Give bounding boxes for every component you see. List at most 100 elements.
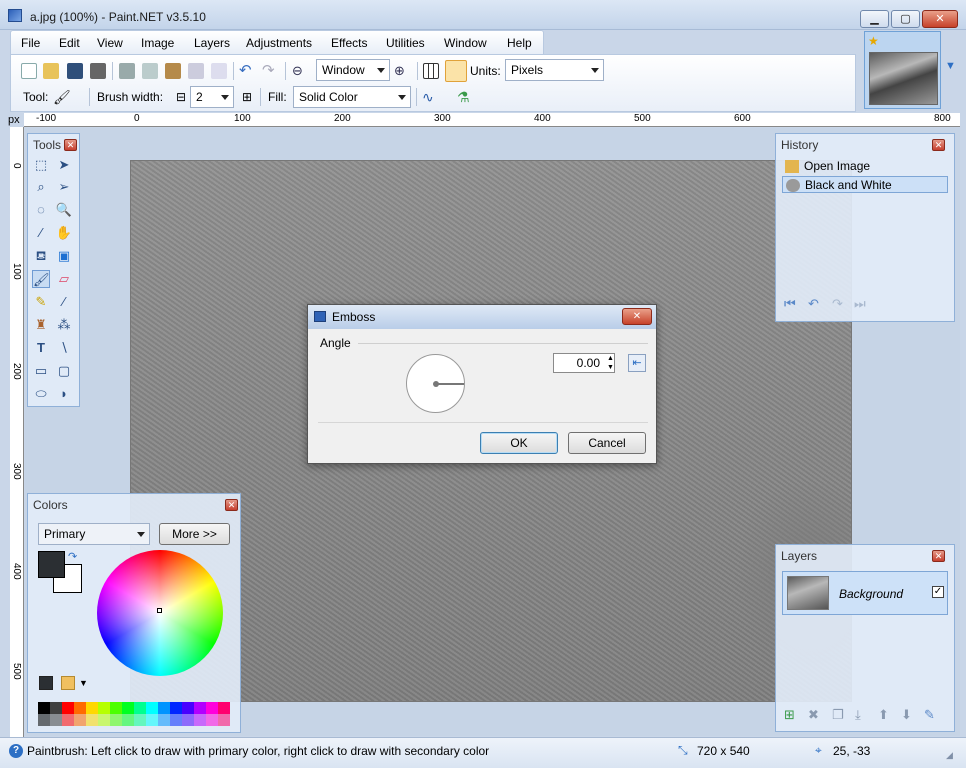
color-picker-icon[interactable]: ⁄ <box>55 293 73 311</box>
pencil-icon[interactable]: ✎ <box>32 293 50 311</box>
palette-swatch[interactable] <box>218 702 230 714</box>
layer-visibility-checkbox[interactable]: ✓ <box>932 586 944 598</box>
text-icon[interactable]: T <box>32 339 50 357</box>
chevron-down-icon[interactable]: ▼ <box>945 60 957 78</box>
menu-window[interactable]: Window <box>444 36 487 50</box>
palette-swatch[interactable] <box>50 714 62 726</box>
move-selection-icon[interactable]: ➢ <box>55 178 73 196</box>
gradient-icon[interactable]: ▣ <box>55 247 73 265</box>
rewind-icon[interactable]: ⏮ <box>784 296 796 312</box>
palette-swatch[interactable] <box>110 702 122 714</box>
palette-swatch[interactable] <box>170 702 182 714</box>
increase-icon[interactable]: ⊞ <box>239 90 255 106</box>
units-dropdown[interactable]: Pixels <box>505 59 604 81</box>
add-layer-icon[interactable]: ⊞ <box>784 707 795 723</box>
grid-icon[interactable] <box>423 63 439 79</box>
ellipse-select-icon[interactable]: ◌ <box>32 201 50 219</box>
rectangle-select-icon[interactable]: ⬚ <box>32 156 50 174</box>
palette-swatch[interactable] <box>74 714 86 726</box>
palette-swatch[interactable] <box>50 702 62 714</box>
layer-properties-icon[interactable]: ✎ <box>924 707 935 723</box>
line-curve-icon[interactable]: ∖ <box>55 339 73 357</box>
rectangle-icon[interactable]: ▭ <box>32 362 50 380</box>
redo-icon[interactable]: ↷ <box>262 63 278 79</box>
palette-swatch[interactable] <box>122 702 134 714</box>
palette-swatch[interactable] <box>206 702 218 714</box>
palette-swatch[interactable] <box>110 714 122 726</box>
history-item-selected[interactable]: Black and White <box>782 176 948 193</box>
move-selected-icon[interactable]: ➤ <box>55 156 73 174</box>
freeform-shape-icon[interactable]: ◗ <box>55 385 73 403</box>
palette-swatch[interactable] <box>134 714 146 726</box>
menu-utilities[interactable]: Utilities <box>386 36 425 50</box>
palette-swatch[interactable] <box>146 702 158 714</box>
zoom-icon[interactable]: 🔍 <box>55 201 73 219</box>
decrease-icon[interactable]: ⊟ <box>173 90 189 106</box>
duplicate-layer-icon[interactable]: ❐ <box>832 707 844 723</box>
move-layer-up-icon[interactable]: ⬆ <box>878 707 889 723</box>
menu-layers[interactable]: Layers <box>194 36 230 50</box>
menu-image[interactable]: Image <box>141 36 174 50</box>
delete-layer-icon[interactable]: ✖ <box>808 707 819 723</box>
lasso-select-icon[interactable]: ⌕ <box>32 178 50 196</box>
primary-color-swatch[interactable] <box>38 551 65 578</box>
zoom-in-icon[interactable]: ⊕ <box>394 63 410 79</box>
new-icon[interactable] <box>21 63 37 79</box>
clone-stamp-icon[interactable]: ♜ <box>32 316 50 334</box>
more-button[interactable]: More >> <box>159 523 230 545</box>
palette-swatch[interactable] <box>62 714 74 726</box>
close-icon[interactable]: ✕ <box>932 550 945 562</box>
fill-dropdown[interactable]: Solid Color <box>293 86 411 108</box>
maximize-button[interactable]: ▢ <box>891 10 920 28</box>
brush-width-dropdown[interactable]: 2 <box>190 86 234 108</box>
zoom-out-icon[interactable]: ⊖ <box>292 63 308 79</box>
close-icon[interactable]: ✕ <box>622 308 652 325</box>
palette-swatch[interactable] <box>38 714 50 726</box>
palette-swatch[interactable] <box>98 702 110 714</box>
color-wheel[interactable] <box>97 550 223 676</box>
zoom-dropdown[interactable]: Window <box>316 59 390 81</box>
crop-icon[interactable] <box>188 63 204 79</box>
thumbnail-panel[interactable]: ★ <box>864 31 941 109</box>
palette-swatch[interactable] <box>86 702 98 714</box>
palette-swatch[interactable] <box>158 702 170 714</box>
palette-swatch[interactable] <box>206 714 218 726</box>
undo-icon[interactable]: ↶ <box>808 296 819 312</box>
close-icon[interactable]: ✕ <box>64 139 77 151</box>
redo-icon[interactable]: ↷ <box>832 296 843 312</box>
recolor-icon[interactable]: ⁂ <box>55 316 73 334</box>
merge-layer-down-icon[interactable]: ⤓ <box>855 707 861 723</box>
save-icon[interactable] <box>67 63 83 79</box>
menu-file[interactable]: File <box>21 36 40 50</box>
chevron-down-icon[interactable]: ▼ <box>79 678 88 688</box>
menu-edit[interactable]: Edit <box>59 36 80 50</box>
menu-adjustments[interactable]: Adjustments <box>246 36 312 50</box>
menu-effects[interactable]: Effects <box>331 36 367 50</box>
palette-swatch[interactable] <box>122 714 134 726</box>
ellipse-icon[interactable]: ⬭ <box>32 385 50 403</box>
palette-swatch[interactable] <box>218 714 230 726</box>
pan-icon[interactable]: ✋ <box>55 224 73 242</box>
add-color-icon[interactable] <box>39 676 53 690</box>
magic-wand-icon[interactable]: ⁄ <box>32 224 50 242</box>
print-icon[interactable] <box>90 63 106 79</box>
palette-swatch[interactable] <box>182 714 194 726</box>
palette-swatch[interactable] <box>62 702 74 714</box>
eraser-icon[interactable]: ▱ <box>55 270 73 288</box>
palette-swatch[interactable] <box>158 714 170 726</box>
cancel-button[interactable]: Cancel <box>568 432 646 454</box>
close-icon[interactable]: ✕ <box>932 139 945 151</box>
reset-icon[interactable]: ⇤ <box>628 354 646 372</box>
copy-icon[interactable] <box>142 63 158 79</box>
ok-button[interactable]: OK <box>480 432 558 454</box>
palette-swatch[interactable] <box>86 714 98 726</box>
palette-swatch[interactable] <box>134 702 146 714</box>
open-icon[interactable] <box>43 63 59 79</box>
close-icon[interactable]: ✕ <box>225 499 238 511</box>
move-layer-down-icon[interactable]: ⬇ <box>901 707 912 723</box>
palette-swatch[interactable] <box>182 702 194 714</box>
palette-swatch[interactable] <box>98 714 110 726</box>
paint-bucket-icon[interactable]: ⛾ <box>32 247 50 265</box>
palette-swatch[interactable] <box>170 714 182 726</box>
rulers-icon[interactable] <box>445 60 467 82</box>
